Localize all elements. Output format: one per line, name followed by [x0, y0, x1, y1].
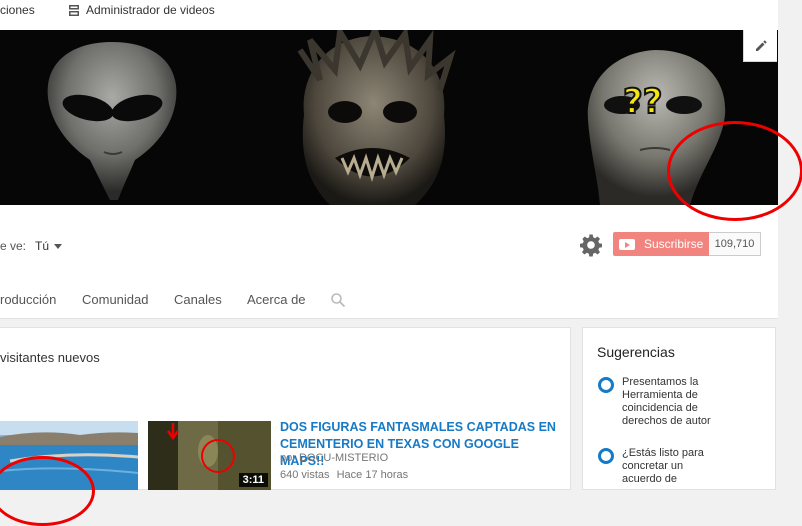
suggestion-text: Presentamos la Herramienta de coincidenc…	[622, 376, 711, 427]
subscribe-label: Suscribirse	[644, 237, 704, 251]
ring-bullet-icon	[598, 448, 614, 464]
gear-icon[interactable]	[579, 233, 603, 257]
channel-toolbar: ciones Administrador de videos	[0, 0, 778, 30]
section-title: visitantes nuevos	[0, 350, 100, 365]
video-manager-link[interactable]: Administrador de videos	[69, 3, 215, 17]
suggestion-item[interactable]: Presentamos la Herramienta de coincidenc…	[598, 376, 712, 428]
search-icon[interactable]	[330, 292, 346, 308]
video-manager-label: Administrador de videos	[86, 3, 215, 17]
video-manager-icon	[69, 4, 79, 16]
video-thumbnail[interactable]: 3:11	[148, 421, 271, 490]
youtube-play-icon	[619, 238, 635, 250]
toolbar-item-label: ciones	[0, 3, 35, 17]
caret-down-icon	[54, 243, 63, 249]
subscriber-count: 109,710	[709, 232, 761, 256]
suggestion-text: ¿Estás listo para concretar un acuerdo d…	[622, 447, 704, 485]
tab-channels[interactable]: Canales	[174, 292, 222, 307]
tab-community[interactable]: Comunidad	[82, 292, 149, 307]
banner-artwork: ??	[0, 30, 778, 205]
view-as-value: Tú	[35, 239, 50, 253]
suggestions-title: Sugerencias	[597, 344, 675, 360]
tab-introduction[interactable]: roducción	[0, 292, 56, 307]
ring-bullet-icon	[598, 377, 614, 393]
view-as-label: e ve:	[0, 239, 27, 253]
video-age: Hace 17 horas	[336, 469, 409, 481]
channel-tabs: roducción Comunidad Canales Acerca de	[0, 285, 778, 319]
pencil-icon	[755, 39, 767, 51]
video-views: 640 vistas	[280, 469, 330, 481]
toolbar-item-customization[interactable]: ciones	[0, 3, 35, 17]
edit-banner-button[interactable]	[743, 30, 777, 62]
annotation-circle-thumbnail	[0, 456, 95, 526]
video-meta: 640 vistas Hace 17 horas	[280, 469, 408, 481]
view-as-control: e ve: Tú	[0, 239, 63, 253]
suggestion-item[interactable]: ¿Estás listo para concretar un acuerdo d…	[598, 447, 712, 486]
banner-question-marks: ??	[623, 82, 662, 122]
tab-about[interactable]: Acerca de	[247, 292, 306, 307]
video-duration: 3:11	[238, 473, 268, 487]
view-as-dropdown[interactable]: Tú	[35, 239, 63, 253]
video-author[interactable]: por DOCU-MISTERIO	[280, 452, 388, 464]
annotation-circle-banner	[667, 121, 802, 221]
subscribe-button[interactable]: Suscribirse	[613, 232, 713, 256]
right-gutter	[778, 0, 802, 490]
channel-banner: ??	[0, 30, 778, 205]
